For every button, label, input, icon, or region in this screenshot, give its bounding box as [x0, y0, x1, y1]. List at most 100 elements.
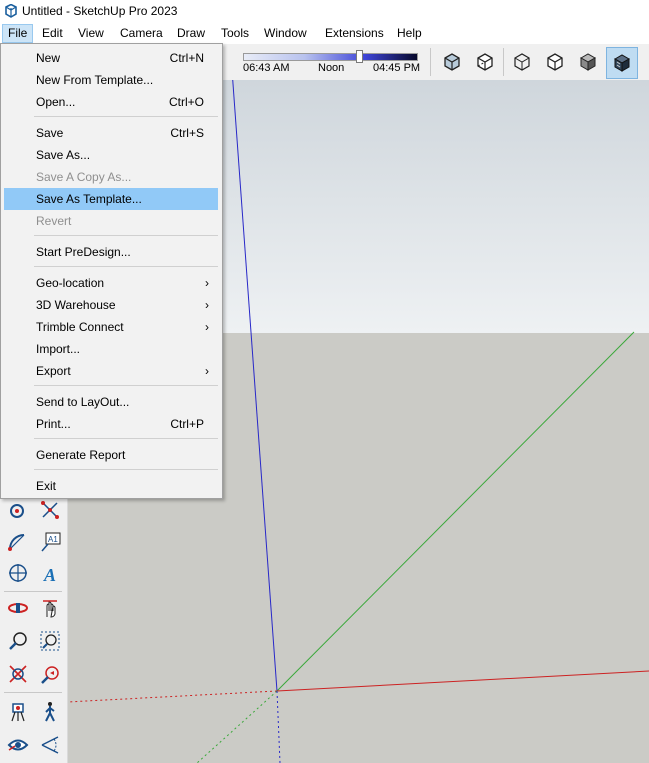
- menu-separator: [34, 438, 218, 439]
- blue-axis-negative: [276, 690, 281, 763]
- menu-item-new[interactable]: New Ctrl+N: [4, 47, 218, 69]
- menu-separator: [34, 385, 218, 386]
- menu-item-label: Trimble Connect: [36, 320, 124, 334]
- protractor-icon[interactable]: [5, 529, 31, 555]
- move-icon[interactable]: [37, 497, 63, 523]
- walk-icon[interactable]: [37, 699, 63, 725]
- menu-draw[interactable]: Draw: [172, 25, 210, 42]
- menu-item-label: Generate Report: [36, 448, 126, 462]
- menu-item-print[interactable]: Print... Ctrl+P: [4, 413, 218, 435]
- menu-file[interactable]: File: [2, 24, 34, 43]
- menu-item-trimble-connect[interactable]: Trimble Connect ›: [4, 316, 218, 338]
- left-toolbar: A1 A: [0, 497, 68, 763]
- chevron-right-icon: ›: [205, 276, 209, 290]
- wireframe-style-icon[interactable]: [509, 49, 535, 75]
- chevron-right-icon: ›: [205, 364, 209, 378]
- menu-item-shortcut: Ctrl+P: [170, 417, 204, 431]
- menu-item-label: Save As Template...: [36, 192, 142, 206]
- green-axis: [276, 331, 635, 692]
- blue-axis: [232, 80, 278, 692]
- text-tool-glyph: A: [43, 565, 56, 584]
- slider-thumb[interactable]: [356, 50, 363, 63]
- menu-window[interactable]: Window: [259, 25, 312, 42]
- menu-separator: [34, 116, 218, 117]
- zoom-extents-icon[interactable]: [5, 661, 31, 687]
- menu-item-label: New From Template...: [36, 73, 154, 87]
- menu-item-label: Save: [36, 126, 64, 140]
- field-of-view-icon[interactable]: [37, 732, 63, 758]
- window-title: Untitled - SketchUp Pro 2023: [22, 4, 178, 18]
- shadow-noon-label: Noon: [318, 62, 345, 74]
- menu-item-label: Import...: [36, 342, 81, 356]
- push-pull-icon[interactable]: [5, 497, 31, 523]
- menu-item-geo-location[interactable]: Geo-location ›: [4, 272, 218, 294]
- shadow-end-time: 04:45 PM: [373, 62, 421, 74]
- look-around-icon[interactable]: [5, 732, 31, 758]
- red-axis-negative: [67, 690, 278, 703]
- menu-tools[interactable]: Tools: [216, 25, 254, 42]
- menu-view[interactable]: View: [73, 25, 109, 42]
- toolbar-divider: [503, 48, 504, 76]
- menu-item-label: Send to LayOut...: [36, 395, 130, 409]
- menu-item-shortcut: Ctrl+O: [168, 95, 204, 109]
- toolbar-divider: [4, 591, 62, 592]
- menu-item-label: 3D Warehouse: [36, 298, 116, 312]
- menu-item-send-to-layout[interactable]: Send to LayOut...: [4, 391, 218, 413]
- label-tool-icon[interactable]: A1: [37, 529, 63, 555]
- 3d-text-icon[interactable]: A: [37, 560, 63, 586]
- menu-help[interactable]: Help: [392, 25, 427, 42]
- axes-tool-icon[interactable]: [5, 560, 31, 586]
- menu-item-import[interactable]: Import...: [4, 338, 218, 360]
- menu-item-label: Save A Copy As...: [36, 170, 132, 184]
- menu-item-3d-warehouse[interactable]: 3D Warehouse ›: [4, 294, 218, 316]
- title-bar: Untitled - SketchUp Pro 2023: [0, 0, 649, 22]
- zoom-icon[interactable]: [5, 628, 31, 654]
- menu-item-revert: Revert: [4, 210, 218, 232]
- menu-item-label: Print...: [36, 417, 71, 431]
- menu-item-label: Exit: [36, 479, 57, 493]
- file-menu-dropdown: New Ctrl+N New From Template... Open... …: [0, 43, 223, 499]
- menu-item-shortcut: Ctrl+S: [170, 126, 204, 140]
- position-camera-icon[interactable]: [5, 699, 31, 725]
- previous-view-icon[interactable]: [37, 661, 63, 687]
- menu-bar: File Edit View Camera Draw Tools Window …: [0, 22, 649, 44]
- menu-item-save-a-copy-as: Save A Copy As...: [4, 166, 218, 188]
- menu-item-save[interactable]: Save Ctrl+S: [4, 122, 218, 144]
- shaded-with-textures-style-icon[interactable]: [606, 47, 638, 79]
- shaded-style-icon[interactable]: [575, 49, 601, 75]
- menu-item-label: Open...: [36, 95, 76, 109]
- menu-item-new-from-template[interactable]: New From Template...: [4, 69, 218, 91]
- toolbar-divider: [430, 48, 431, 76]
- zoom-window-icon[interactable]: [37, 628, 63, 654]
- chevron-right-icon: ›: [205, 320, 209, 334]
- menu-item-open[interactable]: Open... Ctrl+O: [4, 91, 218, 113]
- menu-item-start-predesign[interactable]: Start PreDesign...: [4, 241, 218, 263]
- menu-camera[interactable]: Camera: [115, 25, 168, 42]
- menu-extensions[interactable]: Extensions: [320, 25, 389, 42]
- toolbar-divider: [4, 692, 62, 693]
- shadow-time-slider[interactable]: [243, 50, 418, 63]
- menu-item-label: Geo-location: [36, 276, 105, 290]
- menu-edit[interactable]: Edit: [37, 25, 68, 42]
- back-edges-style-icon[interactable]: [472, 49, 498, 75]
- orbit-icon[interactable]: [5, 595, 31, 621]
- red-axis: [276, 670, 649, 692]
- chevron-right-icon: ›: [205, 298, 209, 312]
- menu-item-label: Save As...: [36, 148, 91, 162]
- menu-item-label: Revert: [36, 214, 72, 228]
- menu-item-shortcut: Ctrl+N: [169, 51, 204, 65]
- menu-item-exit[interactable]: Exit: [4, 475, 218, 497]
- menu-separator: [34, 235, 218, 236]
- menu-separator: [34, 469, 218, 470]
- slider-track: [243, 53, 418, 61]
- pan-icon[interactable]: [37, 595, 63, 621]
- hidden-line-style-icon[interactable]: [542, 49, 568, 75]
- green-axis-negative: [196, 690, 278, 763]
- menu-item-generate-report[interactable]: Generate Report: [4, 444, 218, 466]
- menu-item-save-as-template[interactable]: Save As Template...: [4, 188, 218, 210]
- menu-item-export[interactable]: Export ›: [4, 360, 218, 382]
- menu-item-label: New: [36, 51, 61, 65]
- label-tool-glyph: A1: [48, 535, 58, 544]
- menu-item-save-as[interactable]: Save As...: [4, 144, 218, 166]
- xray-style-icon[interactable]: [439, 49, 465, 75]
